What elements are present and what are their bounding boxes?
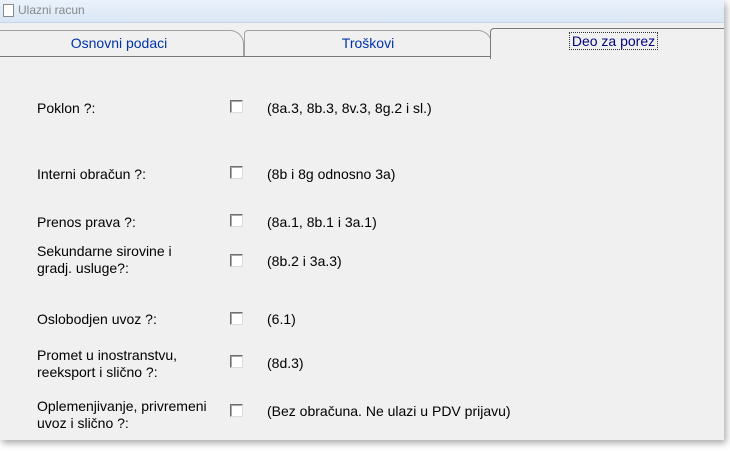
oplemenjivanje-hint: (Bez obračuna. Ne ulazi u PDV prijavu): [267, 403, 511, 419]
prenos-prava-checkbox[interactable]: [230, 214, 243, 227]
oplemenjivanje-checkbox[interactable]: [230, 404, 243, 417]
label-line: Sekundarne sirovine i: [37, 243, 172, 259]
oslobodjen-uvoz-label: Oslobodjen uvoz ?:: [37, 311, 157, 327]
oslobodjen-uvoz-hint: (6.1): [267, 311, 296, 327]
tab-label: Deo za porez: [568, 32, 659, 50]
label-line: uvoz i slično ?:: [37, 415, 129, 431]
promet-inostranstvu-checkbox[interactable]: [230, 355, 243, 368]
tab-troskovi[interactable]: Troškovi: [244, 30, 492, 57]
window-title: Ulazni racun: [18, 3, 85, 17]
window: Ulazni racun Osnovni podaci Troškovi Deo…: [0, 0, 724, 440]
label-line: Promet u inostranstvu,: [37, 347, 178, 363]
tab-label: Osnovni podaci: [70, 35, 168, 51]
promet-inostranstvu-label: Promet u inostranstvu, reeksport i sličn…: [37, 347, 177, 381]
poklon-label: Poklon ?:: [37, 100, 96, 116]
title-bar: Ulazni racun: [0, 0, 724, 23]
tab-label: Troškovi: [341, 35, 395, 51]
document-icon: [3, 4, 14, 17]
tax-panel: Poklon ?: (8a.3, 8b.3, 8v.3, 8g.2 i sl.)…: [0, 57, 724, 440]
interni-obracun-hint: (8b i 8g odnosno 3a): [267, 166, 396, 182]
sekundarne-sirovine-label: Sekundarne sirovine i gradj. usluge?:: [37, 243, 172, 277]
label-line: gradj. usluge?:: [37, 260, 129, 276]
poklon-hint: (8a.3, 8b.3, 8v.3, 8g.2 i sl.): [267, 100, 432, 116]
tab-osnovni-podaci[interactable]: Osnovni podaci: [0, 30, 244, 57]
label-line: reeksport i slično ?:: [37, 364, 158, 380]
poklon-checkbox[interactable]: [230, 100, 243, 113]
interni-obracun-checkbox[interactable]: [230, 166, 243, 179]
sekundarne-sirovine-hint: (8b.2 i 3a.3): [267, 253, 342, 269]
interni-obracun-label: Interni obračun ?:: [37, 166, 146, 182]
oplemenjivanje-label: Oplemenjivanje, privremeni uvoz i slično…: [37, 398, 207, 432]
prenos-prava-label: Prenos prava ?:: [37, 214, 136, 230]
label-line: Oplemenjivanje, privremeni: [37, 398, 207, 414]
sekundarne-sirovine-checkbox[interactable]: [230, 254, 243, 267]
promet-inostranstvu-hint: (8d.3): [267, 355, 304, 371]
prenos-prava-hint: (8a.1, 8b.1 i 3a.1): [267, 214, 377, 230]
tab-deo-za-porez[interactable]: Deo za porez: [490, 28, 724, 59]
oslobodjen-uvoz-checkbox[interactable]: [230, 312, 243, 325]
